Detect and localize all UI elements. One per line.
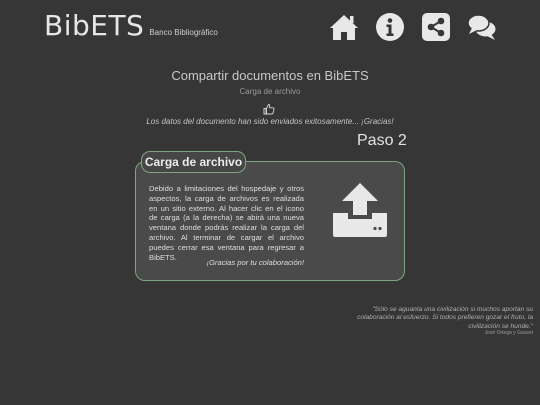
page-title: Compartir documentos en BibETS [171, 68, 369, 83]
upload-icon [333, 183, 387, 237]
info-icon [376, 13, 404, 41]
top-nav [329, 12, 513, 42]
upload-button[interactable] [330, 182, 390, 238]
chat-button[interactable] [467, 12, 497, 42]
info-button[interactable] [375, 12, 405, 42]
home-icon [330, 15, 358, 40]
card-thanks: ¡Gracias por tu colaboración! [206, 258, 305, 267]
share-icon [422, 13, 450, 41]
logo-subtitle: Banco Bibliográfico [149, 28, 218, 37]
page-subtitle: Carga de archivo [239, 87, 301, 96]
quote-author: José Ortega y Gasset [484, 330, 533, 336]
home-button[interactable] [329, 12, 359, 42]
step-label: Paso 2 [357, 132, 407, 149]
card-description: Debido a limitaciones del hospedaje y ot… [149, 184, 304, 262]
share-button[interactable] [421, 12, 451, 42]
thumbs-up-icon [263, 104, 275, 115]
footer-quote: "Sólo se aguanta una civilización si muc… [357, 306, 533, 330]
logo-text: BibETS [44, 9, 145, 42]
chat-icon [467, 14, 496, 40]
logo[interactable]: BibETS Banco Bibliográfico [44, 11, 218, 41]
success-message: Los datos del documento han sido enviado… [146, 117, 394, 126]
card-title: Carga de archivo [141, 151, 246, 173]
